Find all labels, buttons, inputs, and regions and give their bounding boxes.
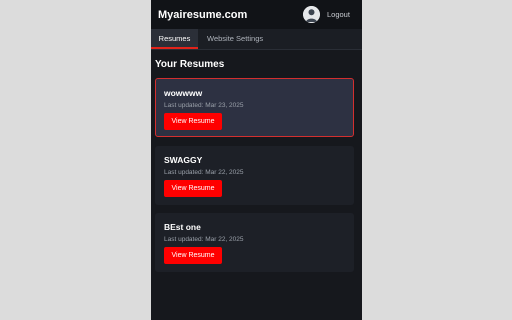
view-resume-button[interactable]: View Resume [164, 113, 222, 130]
brand-logo[interactable]: Myairesume.com [158, 8, 247, 22]
page-title: Your Resumes [155, 59, 225, 70]
top-header: Myairesume.com Logout [151, 0, 362, 29]
resume-card[interactable]: SWAGGY Last updated: Mar 22, 2025 View R… [155, 146, 354, 205]
resume-title: SWAGGY [164, 155, 203, 165]
resume-card[interactable]: BEst one Last updated: Mar 22, 2025 View… [155, 213, 354, 272]
tab-bar: Resumes Website Settings [151, 29, 362, 50]
user-avatar-icon [303, 6, 320, 23]
view-resume-button[interactable]: View Resume [164, 180, 222, 197]
app-panel: Myairesume.com Logout Resumes Website Se… [151, 0, 362, 320]
tab-website-settings[interactable]: Website Settings [207, 29, 263, 49]
resume-title: BEst one [164, 222, 201, 232]
resume-updated-date: Last updated: Mar 23, 2025 [164, 102, 244, 109]
resume-updated-date: Last updated: Mar 22, 2025 [164, 169, 244, 176]
logout-button[interactable]: Logout [327, 10, 350, 20]
resume-card[interactable]: wowwww Last updated: Mar 23, 2025 View R… [155, 78, 354, 137]
avatar[interactable] [303, 6, 320, 23]
resume-updated-date: Last updated: Mar 22, 2025 [164, 236, 244, 243]
view-resume-button[interactable]: View Resume [164, 247, 222, 264]
resume-title: wowwww [164, 88, 203, 98]
tab-resumes[interactable]: Resumes [151, 29, 198, 49]
